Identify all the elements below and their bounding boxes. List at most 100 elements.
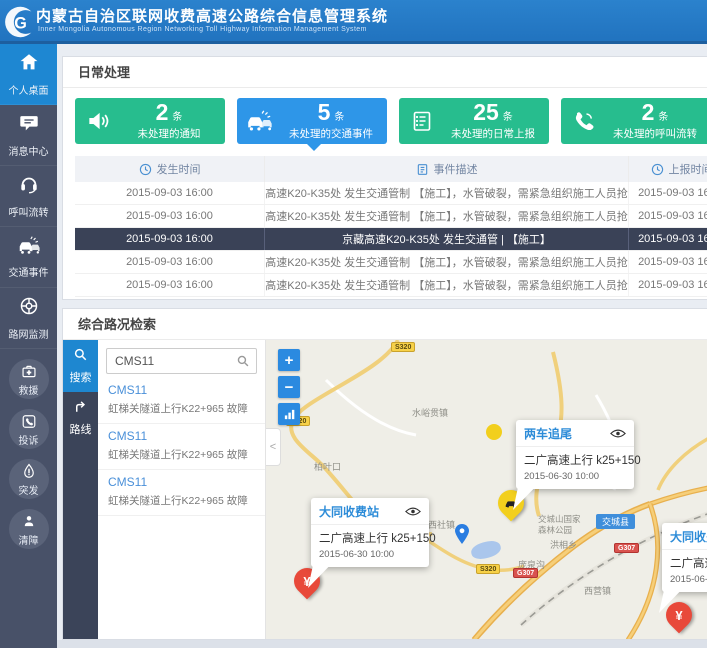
zoom-in-button[interactable]: + xyxy=(278,349,300,371)
map-popup-toll-station-partial: 大同收费站 二广高速上行 k25+150 2015-06-30 10:00 xyxy=(662,523,707,592)
quick-action-clearance[interactable]: 清障 xyxy=(9,509,49,549)
search-icon xyxy=(73,347,88,365)
quick-action-label: 突发 xyxy=(19,482,39,497)
stat-card-notifications[interactable]: 2条 未处理的通知 xyxy=(75,98,225,144)
events-table-header: 发生时间 事件描述 上报时间 xyxy=(75,156,707,182)
bar-chart-icon xyxy=(283,408,296,421)
road-search-title: 综合路况检索 xyxy=(63,309,707,340)
stat-label: 未处理的日常上报 xyxy=(445,126,541,141)
footer-strip xyxy=(57,640,707,648)
daily-processing-panel: 日常处理 2条 未处理的通知 5条 未处理的交通事件 xyxy=(62,56,707,300)
app-subtitle: Inner Mongolia Autonomous Region Network… xyxy=(38,26,367,33)
map-stats-button[interactable] xyxy=(278,403,300,425)
app-header: G 内蒙古自治区联网收费高速公路综合信息管理系统 Inner Mongolia … xyxy=(0,0,707,44)
road-badge-s320: S320 xyxy=(391,342,415,352)
search-result-item[interactable]: CMS11 虹梯关隧道上行K22+965 故障 xyxy=(98,378,265,424)
popup-title: 大同收费站 xyxy=(670,528,707,545)
quick-action-label: 清障 xyxy=(19,532,39,547)
zoom-out-button[interactable]: − xyxy=(278,376,300,398)
quick-action-rescue[interactable]: 救援 xyxy=(9,359,49,399)
quick-action-emergency[interactable]: 突发 xyxy=(9,459,49,499)
stat-count: 5 xyxy=(318,99,331,125)
eye-icon[interactable] xyxy=(610,429,626,438)
report-icon xyxy=(399,98,445,144)
search-result-item[interactable]: CMS11 虹梯关隧道上行K22+965 故障 xyxy=(98,424,265,470)
message-icon xyxy=(18,112,40,139)
map-popup-rear-end-collision: 两车追尾 二广高速上行 k25+150 2015-06-30 10:00 xyxy=(516,420,634,489)
road-badge-s320: S320 xyxy=(476,564,500,574)
speaker-icon xyxy=(75,98,121,144)
location-pin-icon[interactable] xyxy=(455,524,469,549)
panel-collapse-button[interactable]: < xyxy=(266,428,281,466)
road-network-icon xyxy=(18,295,40,322)
table-row[interactable]: 2015-09-03 16:00 京藏高速K20-K35处 发生交通管制 【施工… xyxy=(75,205,707,228)
active-card-pointer xyxy=(307,144,321,151)
quick-action-label: 救援 xyxy=(19,382,39,397)
map-place-label: 交城山国家森林公园 xyxy=(538,514,584,535)
stat-unit: 条 xyxy=(172,112,182,123)
table-row-selected[interactable]: 2015-09-03 16:00 京藏高速K20-K35处 发生交通管 | 【施… xyxy=(75,228,707,251)
stat-card-daily-reports[interactable]: 25条 未处理的日常上报 xyxy=(399,98,549,144)
traffic-event-icon xyxy=(16,236,42,260)
sidebar-item-label: 个人桌面 xyxy=(9,82,49,97)
map-canvas[interactable]: + − 水峪贯镇 柏叶口 西社镇 交城山国家森林公园 洪相乡 庞泉沟 西营镇 S… xyxy=(266,340,707,639)
event-marker-yellow[interactable] xyxy=(486,424,502,440)
search-results-panel: CMS11 虹梯关隧道上行K22+965 故障 CMS11 虹梯关隧道上行K22… xyxy=(98,340,266,639)
popup-time: 2015-06-30 10:00 xyxy=(516,468,634,489)
map-controls: + − xyxy=(278,349,300,430)
daily-panel-title: 日常处理 xyxy=(63,57,707,88)
table-row[interactable]: 2015-09-03 16:00 京藏高速K20-K35处 发生交通管制 【施工… xyxy=(75,274,707,297)
map-roads xyxy=(266,340,707,639)
county-badge: 交城县 xyxy=(596,514,635,529)
app-logo-icon: G xyxy=(0,3,38,46)
sidebar-item-label: 消息中心 xyxy=(9,143,49,158)
search-box xyxy=(106,348,257,374)
search-tab-strip: 搜索 路线 xyxy=(63,340,98,639)
popup-title: 大同收费站 xyxy=(319,503,379,520)
call-icon xyxy=(561,98,607,144)
sidebar-item-label: 呼叫流转 xyxy=(9,204,49,219)
stat-label: 未处理的呼叫流转 xyxy=(607,126,703,141)
stat-label: 未处理的交通事件 xyxy=(283,126,379,141)
quick-action-label: 投诉 xyxy=(19,432,39,447)
sidebar-item-traffic-events[interactable]: 交通事件 xyxy=(0,227,57,288)
road-badge-g307: G307 xyxy=(513,568,538,578)
popup-time: 2015-06-30 10:00 xyxy=(311,546,429,567)
stat-label: 未处理的通知 xyxy=(121,126,217,141)
collision-icon xyxy=(237,98,283,144)
road-search-panel: 综合路况检索 搜索 路线 xyxy=(62,308,707,640)
stat-card-call-transfers[interactable]: 2条 未处理的呼叫流转 xyxy=(561,98,707,144)
app-window: G 内蒙古自治区联网收费高速公路综合信息管理系统 Inner Mongolia … xyxy=(0,0,707,648)
search-input[interactable] xyxy=(107,354,236,368)
sidebar-item-road-network-monitor[interactable]: 路网监测 xyxy=(0,288,57,349)
sidebar-item-label: 交通事件 xyxy=(9,264,49,279)
popup-road: 二广高速上行 k25+150 xyxy=(516,447,634,468)
tab-route[interactable]: 路线 xyxy=(63,392,98,444)
map-place-label: 水峪贯镇 xyxy=(412,406,448,419)
eye-icon[interactable] xyxy=(405,507,421,516)
search-icon[interactable] xyxy=(236,354,250,368)
popup-time: 2015-06-30 10:00 xyxy=(662,571,707,592)
map-place-label: 西营镇 xyxy=(584,584,611,597)
stat-card-traffic-events[interactable]: 5条 未处理的交通事件 xyxy=(237,98,387,144)
sidebar-item-message-center[interactable]: 消息中心 xyxy=(0,105,57,166)
events-table: 发生时间 事件描述 上报时间 2015-09-03 16:00 京藏高速K20-… xyxy=(75,156,707,297)
stat-count: 25 xyxy=(473,99,499,125)
tab-search[interactable]: 搜索 xyxy=(63,340,98,392)
popup-road: 二广高速上行 k25+150 xyxy=(311,525,429,546)
document-icon xyxy=(416,163,429,176)
app-title: 内蒙古自治区联网收费高速公路综合信息管理系统 xyxy=(36,5,388,26)
table-row[interactable]: 2015-09-03 16:00 京藏高速K20-K35处 发生交通管制 【施工… xyxy=(75,251,707,274)
sidebar-item-call-transfer[interactable]: 呼叫流转 xyxy=(0,166,57,227)
sidebar-item-personal-desktop[interactable]: 个人桌面 xyxy=(0,44,57,105)
search-result-item[interactable]: CMS11 虹梯关隧道上行K22+965 故障 xyxy=(98,470,265,516)
map-popup-toll-station: 大同收费站 二广高速上行 k25+150 2015-06-30 10:00 xyxy=(311,498,429,567)
stat-unit: 条 xyxy=(334,112,344,123)
sidebar-item-label: 路网监测 xyxy=(9,326,49,341)
quick-action-complaint[interactable]: 投诉 xyxy=(9,409,49,449)
sidebar: 个人桌面 消息中心 呼叫流转 交通事件 路网监测 xyxy=(0,44,57,648)
table-row[interactable]: 2015-09-03 16:00 京藏高速K20-K35处 发生交通管制 【施工… xyxy=(75,182,707,205)
popup-road: 二广高速上行 k25+150 xyxy=(662,550,707,571)
stat-count: 2 xyxy=(642,99,655,125)
clock-icon xyxy=(651,163,664,176)
